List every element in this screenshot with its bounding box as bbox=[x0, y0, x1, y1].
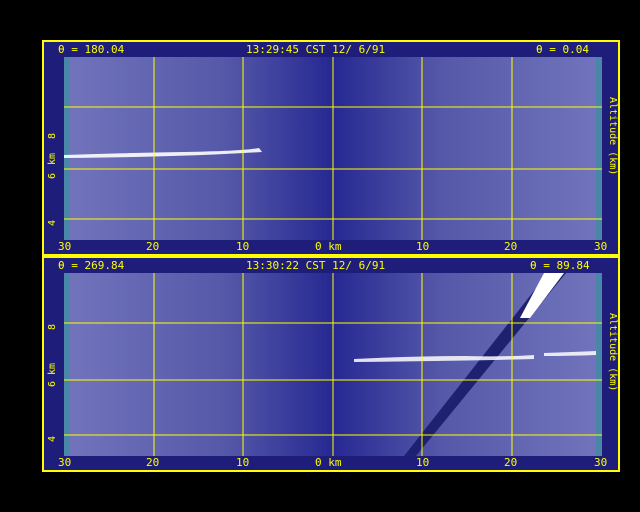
y-tick: 6 bbox=[47, 172, 58, 179]
grid-lines bbox=[64, 273, 602, 456]
cloud-layer bbox=[544, 351, 596, 356]
x-tick: 10 bbox=[236, 240, 250, 253]
timestamp-label: 13:30:22 CST 12/ 6/91 bbox=[246, 259, 386, 272]
plot-graphics bbox=[64, 57, 602, 240]
x-tick: 20 bbox=[504, 240, 518, 253]
y-tick: 4 bbox=[47, 219, 58, 226]
timestamp-label: 13:29:45 CST 12/ 6/91 bbox=[246, 43, 386, 56]
range-height-plot bbox=[64, 273, 602, 456]
range-height-plot bbox=[64, 57, 602, 240]
x-tick: 0 km bbox=[315, 456, 342, 469]
x-tick: 10 bbox=[236, 456, 250, 469]
edge-strip-right bbox=[596, 273, 602, 456]
panel-header: θ = 269.84 13:30:22 CST 12/ 6/91 θ = 89.… bbox=[44, 258, 618, 273]
y-tick: 8 bbox=[47, 132, 58, 139]
y-axis-unit-label: km bbox=[47, 152, 58, 165]
y-axis-unit-label: km bbox=[47, 362, 58, 375]
lidar-panel-top: θ = 180.04 13:29:45 CST 12/ 6/91 θ = 0.0… bbox=[42, 40, 620, 256]
beam-saturation bbox=[520, 273, 564, 318]
x-tick: 30 bbox=[58, 456, 72, 469]
theta-left-label: θ = 180.04 bbox=[58, 43, 125, 56]
x-tick: 30 bbox=[58, 240, 72, 253]
x-tick: 10 bbox=[416, 456, 430, 469]
x-tick: 0 km bbox=[315, 240, 342, 253]
plot-graphics bbox=[64, 273, 602, 456]
theta-right-label: θ = 89.84 bbox=[530, 259, 590, 272]
edge-strip-right bbox=[596, 57, 602, 240]
y-axis-title: Altitude (km) bbox=[607, 313, 618, 392]
edge-strip-left bbox=[64, 57, 70, 240]
y-axis-title: Altitude (km) bbox=[607, 97, 618, 176]
cloud-layer bbox=[64, 148, 262, 158]
y-tick: 8 bbox=[47, 323, 58, 330]
y-tick: 6 bbox=[47, 380, 58, 387]
x-tick: 10 bbox=[416, 240, 430, 253]
lidar-panel-bottom: θ = 269.84 13:30:22 CST 12/ 6/91 θ = 89.… bbox=[42, 256, 620, 472]
edge-strip-left bbox=[64, 273, 70, 456]
x-tick: 30 bbox=[594, 240, 608, 253]
panel-header: θ = 180.04 13:29:45 CST 12/ 6/91 θ = 0.0… bbox=[44, 42, 618, 57]
theta-right-label: θ = 0.04 bbox=[536, 43, 589, 56]
grid-lines bbox=[64, 57, 602, 240]
x-tick: 20 bbox=[146, 240, 160, 253]
x-tick: 20 bbox=[504, 456, 518, 469]
y-tick: 4 bbox=[47, 435, 58, 442]
x-tick: 20 bbox=[146, 456, 160, 469]
cloud-layer bbox=[354, 355, 534, 362]
x-tick: 30 bbox=[594, 456, 608, 469]
theta-left-label: θ = 269.84 bbox=[58, 259, 125, 272]
